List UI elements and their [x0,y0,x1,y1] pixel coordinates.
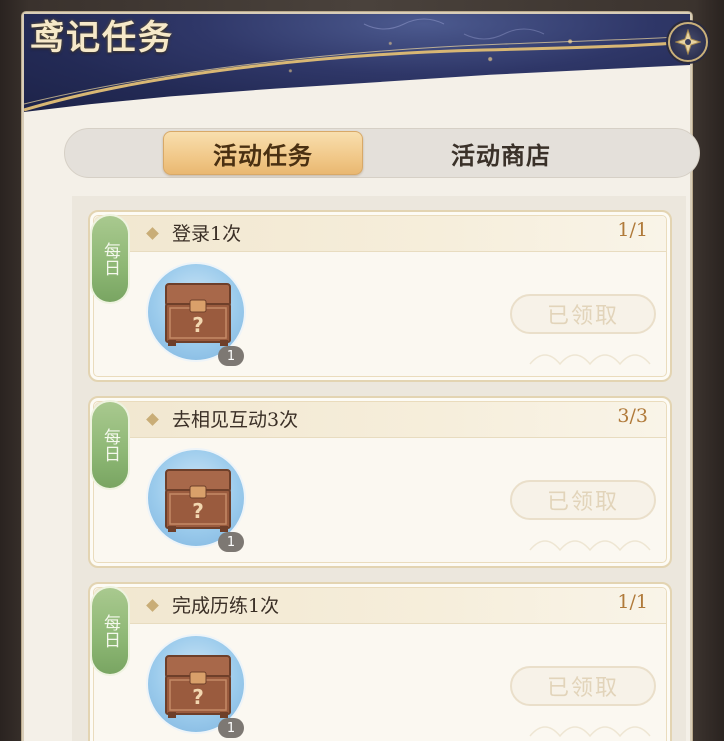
task-list[interactable]: 登录1次 1/1 每日 ? 1 已领取 去相见互动3次 3/3 每日 ? 1 已… [72,196,686,741]
task-title: 完成历练1次 [172,595,280,617]
svg-text:?: ? [192,313,204,337]
mystery-chest-icon: ? [165,283,231,346]
claimed-button[interactable]: 已领取 [510,666,656,706]
daily-tag: 每日 [92,216,128,302]
claimed-button[interactable]: 已领取 [510,480,656,520]
task-card: 去相见互动3次 3/3 每日 ? 1 已领取 [88,396,672,568]
svg-text:?: ? [192,499,204,523]
daily-tag-label: 每日 [100,242,120,276]
task-title: 登录1次 [172,223,242,245]
reward-count-badge: 1 [218,346,244,366]
tab-activity-shop[interactable]: 活动商店 [401,131,601,175]
claimed-button[interactable]: 已领取 [510,294,656,334]
mystery-chest-icon: ? [165,469,231,532]
cloud-pattern-icon [529,354,651,366]
tab-bar: 活动任务 活动商店 [64,128,700,178]
close-star-icon [675,29,701,55]
daily-tag: 每日 [92,402,128,488]
task-progress: 1/1 [617,219,648,241]
reward-count-badge: 1 [218,718,244,738]
daily-tag-label: 每日 [100,428,120,462]
task-panel: 鸢记任务 活动任务 活动商店 登录1次 1/1 每日 ? 1 已领取 去相见互动… [22,12,708,741]
daily-tag-label: 每日 [100,614,120,648]
task-card: 登录1次 1/1 每日 ? 1 已领取 [88,210,672,382]
page-title: 鸢记任务 [30,18,174,58]
reward-count-badge: 1 [218,532,244,552]
task-card: 完成历练1次 1/1 每日 ? 1 已领取 [88,582,672,741]
svg-text:?: ? [192,685,204,709]
task-progress: 1/1 [617,591,648,613]
task-title: 去相见互动3次 [172,409,299,431]
cloud-pattern-icon [529,726,651,738]
daily-tag: 每日 [92,588,128,674]
mystery-chest-icon: ? [165,655,231,718]
close-button[interactable] [668,22,708,62]
task-progress: 3/3 [617,405,648,427]
cloud-pattern-icon [529,540,651,552]
tab-activity-tasks[interactable]: 活动任务 [163,131,363,175]
